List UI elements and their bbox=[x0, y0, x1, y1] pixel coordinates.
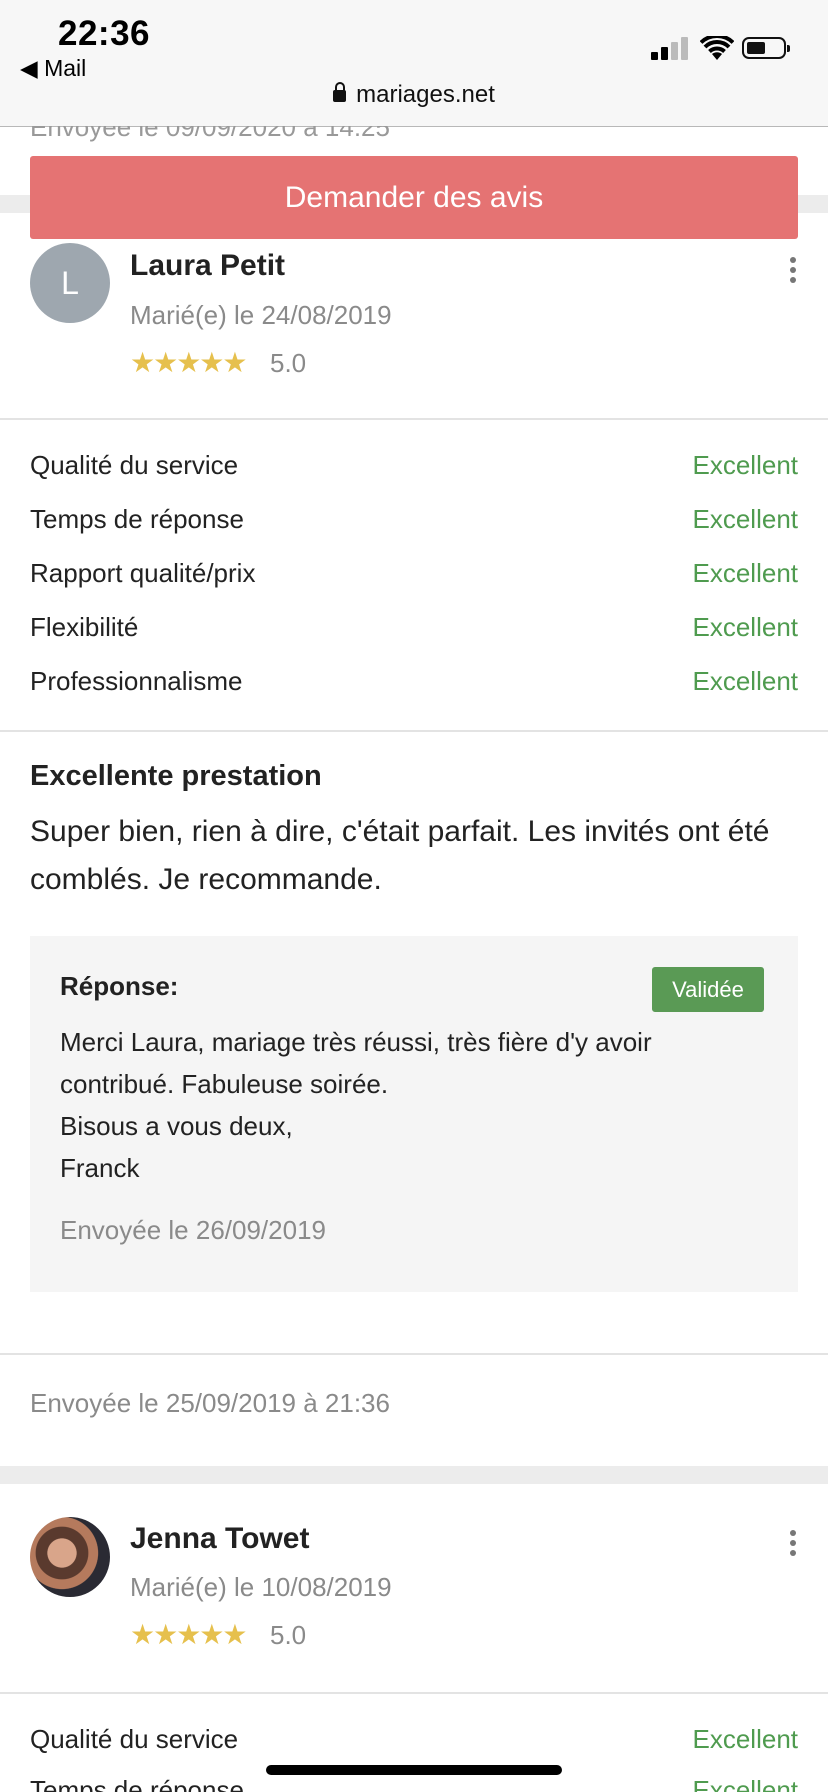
criterion-value: Excellent bbox=[692, 558, 799, 588]
reviewer-name: Jenna Towet bbox=[130, 1522, 310, 1555]
divider bbox=[0, 730, 828, 732]
avatar: L bbox=[30, 243, 110, 323]
criterion-value: Excellent bbox=[692, 504, 799, 534]
status-badge: Validée bbox=[652, 967, 764, 1012]
divider bbox=[0, 418, 828, 420]
criterion-label: Rapport qualité/prix bbox=[30, 558, 256, 588]
reply-text: Merci Laura, mariage très réussi, très f… bbox=[60, 1027, 652, 1183]
star-rating-icon: ★★★★★ bbox=[130, 1619, 248, 1650]
review-title: Excellente prestation bbox=[30, 760, 322, 792]
wifi-icon bbox=[700, 36, 734, 60]
criterion-label: Flexibilité bbox=[30, 612, 139, 642]
rating-value: 5.0 bbox=[270, 1620, 307, 1650]
criterion-label: Temps de réponse bbox=[30, 504, 244, 534]
avatar bbox=[30, 1517, 110, 1597]
more-options-icon[interactable] bbox=[790, 1530, 798, 1560]
lock-icon bbox=[333, 82, 347, 102]
reply-label: Réponse: bbox=[60, 971, 179, 1001]
criterion-value: Excellent bbox=[692, 450, 799, 480]
status-time: 22:36 bbox=[58, 14, 151, 53]
home-indicator bbox=[266, 1765, 562, 1775]
married-date: Marié(e) le 10/08/2019 bbox=[130, 1572, 392, 1602]
signal-icon bbox=[651, 36, 691, 60]
criterion-label: Qualité du service bbox=[30, 1724, 239, 1754]
back-to-mail-link[interactable]: ◀ Mail bbox=[20, 55, 86, 82]
criterion-label: Professionnalisme bbox=[30, 666, 243, 696]
criterion-label: Qualité du service bbox=[30, 450, 239, 480]
review-text: Super bien, rien à dire, c'était parfait… bbox=[30, 815, 770, 896]
star-rating-icon: ★★★★★ bbox=[130, 347, 248, 378]
criterion-value: Excellent bbox=[692, 666, 799, 696]
more-options-icon[interactable] bbox=[790, 257, 798, 287]
url-text: mariages.net bbox=[356, 81, 495, 108]
request-reviews-button[interactable]: Demander des avis bbox=[30, 156, 798, 239]
criterion-label: Temps de réponse bbox=[30, 1775, 244, 1792]
criterion-value: Excellent bbox=[692, 612, 799, 642]
criterion-value: Excellent bbox=[692, 1724, 799, 1754]
url-bar[interactable]: mariages.net bbox=[0, 81, 828, 109]
divider bbox=[0, 1353, 828, 1355]
reply-date: Envoyée le 26/09/2019 bbox=[60, 1215, 326, 1245]
married-date: Marié(e) le 24/08/2019 bbox=[130, 300, 392, 330]
reviewer-name: Laura Petit bbox=[130, 249, 286, 282]
rating-value: 5.0 bbox=[270, 348, 307, 378]
battery-icon bbox=[742, 37, 790, 59]
section-separator bbox=[0, 1466, 828, 1484]
divider bbox=[0, 1692, 828, 1694]
criterion-value: Excellent bbox=[692, 1775, 799, 1792]
review-sent-date: Envoyée le 25/09/2019 à 21:36 bbox=[30, 1388, 390, 1418]
